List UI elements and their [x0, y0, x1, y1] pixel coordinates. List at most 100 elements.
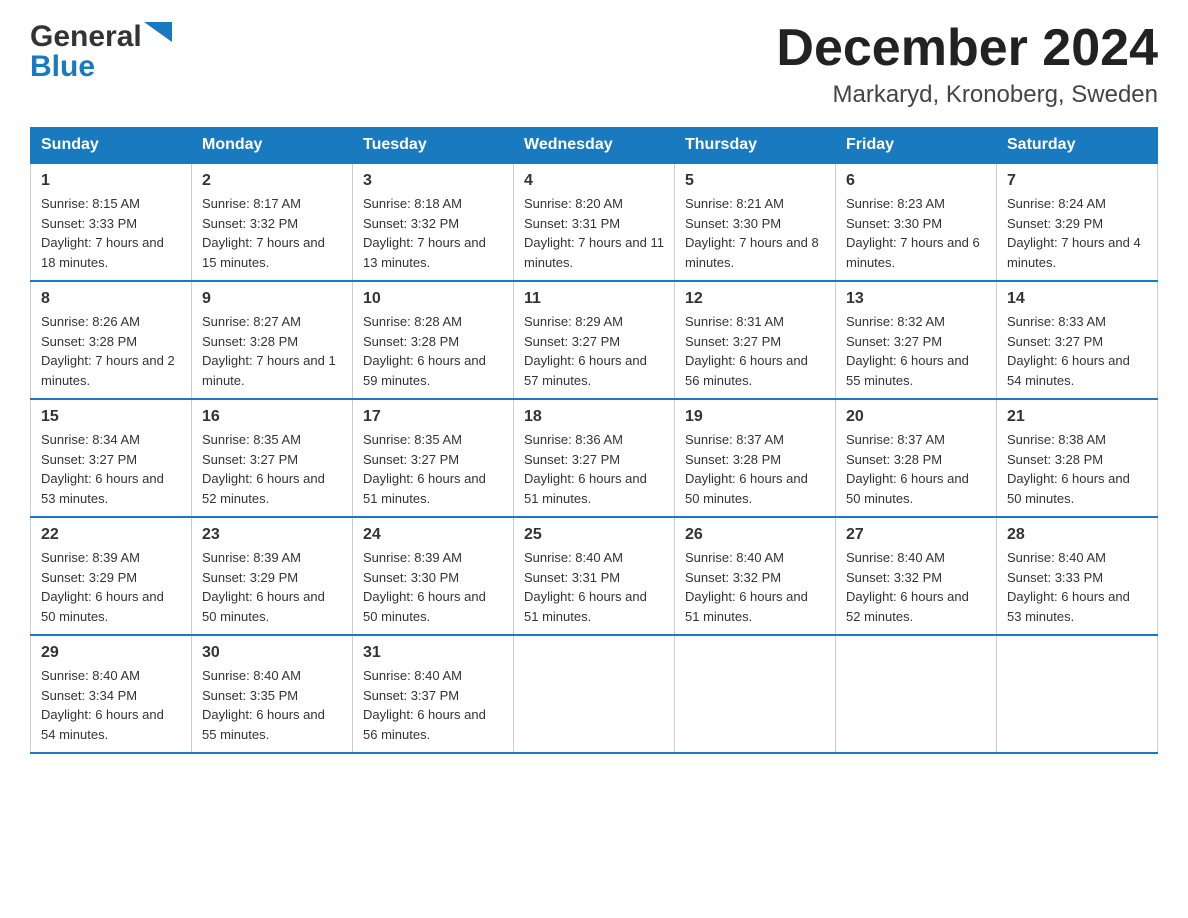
title-block: December 2024 Markaryd, Kronoberg, Swede…: [776, 20, 1158, 109]
day-number: 19: [685, 408, 825, 426]
calendar-week-row: 15 Sunrise: 8:34 AM Sunset: 3:27 PM Dayl…: [31, 399, 1158, 517]
location-subtitle: Markaryd, Kronoberg, Sweden: [776, 81, 1158, 109]
day-number: 28: [1007, 526, 1147, 544]
day-number: 3: [363, 172, 503, 190]
calendar-cell: 22 Sunrise: 8:39 AM Sunset: 3:29 PM Dayl…: [31, 517, 192, 635]
calendar-cell: 29 Sunrise: 8:40 AM Sunset: 3:34 PM Dayl…: [31, 635, 192, 753]
day-number: 1: [41, 172, 181, 190]
day-number: 22: [41, 526, 181, 544]
calendar-cell: 28 Sunrise: 8:40 AM Sunset: 3:33 PM Dayl…: [997, 517, 1158, 635]
page-header: General Blue December 2024 Markaryd, Kro…: [30, 20, 1158, 109]
day-info: Sunrise: 8:32 AM Sunset: 3:27 PM Dayligh…: [846, 312, 986, 390]
day-number: 16: [202, 408, 342, 426]
day-number: 2: [202, 172, 342, 190]
day-number: 7: [1007, 172, 1147, 190]
day-info: Sunrise: 8:38 AM Sunset: 3:28 PM Dayligh…: [1007, 430, 1147, 508]
calendar-cell: [675, 635, 836, 753]
calendar-cell: 12 Sunrise: 8:31 AM Sunset: 3:27 PM Dayl…: [675, 281, 836, 399]
day-info: Sunrise: 8:40 AM Sunset: 3:34 PM Dayligh…: [41, 666, 181, 744]
col-header-sunday: Sunday: [31, 128, 192, 164]
calendar-cell: 2 Sunrise: 8:17 AM Sunset: 3:32 PM Dayli…: [192, 163, 353, 281]
day-info: Sunrise: 8:33 AM Sunset: 3:27 PM Dayligh…: [1007, 312, 1147, 390]
day-number: 31: [363, 644, 503, 662]
calendar-week-row: 8 Sunrise: 8:26 AM Sunset: 3:28 PM Dayli…: [31, 281, 1158, 399]
calendar-cell: 21 Sunrise: 8:38 AM Sunset: 3:28 PM Dayl…: [997, 399, 1158, 517]
calendar-week-row: 22 Sunrise: 8:39 AM Sunset: 3:29 PM Dayl…: [31, 517, 1158, 635]
day-info: Sunrise: 8:26 AM Sunset: 3:28 PM Dayligh…: [41, 312, 181, 390]
day-number: 10: [363, 290, 503, 308]
calendar-week-row: 29 Sunrise: 8:40 AM Sunset: 3:34 PM Dayl…: [31, 635, 1158, 753]
day-number: 9: [202, 290, 342, 308]
calendar-cell: 27 Sunrise: 8:40 AM Sunset: 3:32 PM Dayl…: [836, 517, 997, 635]
calendar-cell: 15 Sunrise: 8:34 AM Sunset: 3:27 PM Dayl…: [31, 399, 192, 517]
logo-blue-text: Blue: [30, 50, 95, 84]
day-info: Sunrise: 8:31 AM Sunset: 3:27 PM Dayligh…: [685, 312, 825, 390]
calendar-cell: 8 Sunrise: 8:26 AM Sunset: 3:28 PM Dayli…: [31, 281, 192, 399]
day-number: 27: [846, 526, 986, 544]
day-info: Sunrise: 8:35 AM Sunset: 3:27 PM Dayligh…: [363, 430, 503, 508]
day-info: Sunrise: 8:40 AM Sunset: 3:32 PM Dayligh…: [685, 548, 825, 626]
day-info: Sunrise: 8:15 AM Sunset: 3:33 PM Dayligh…: [41, 194, 181, 272]
day-info: Sunrise: 8:34 AM Sunset: 3:27 PM Dayligh…: [41, 430, 181, 508]
calendar-cell: 14 Sunrise: 8:33 AM Sunset: 3:27 PM Dayl…: [997, 281, 1158, 399]
day-info: Sunrise: 8:35 AM Sunset: 3:27 PM Dayligh…: [202, 430, 342, 508]
col-header-thursday: Thursday: [675, 128, 836, 164]
day-number: 4: [524, 172, 664, 190]
col-header-saturday: Saturday: [997, 128, 1158, 164]
day-info: Sunrise: 8:23 AM Sunset: 3:30 PM Dayligh…: [846, 194, 986, 272]
day-info: Sunrise: 8:17 AM Sunset: 3:32 PM Dayligh…: [202, 194, 342, 272]
day-number: 15: [41, 408, 181, 426]
col-header-tuesday: Tuesday: [353, 128, 514, 164]
day-number: 5: [685, 172, 825, 190]
calendar-cell: 18 Sunrise: 8:36 AM Sunset: 3:27 PM Dayl…: [514, 399, 675, 517]
calendar-cell: [514, 635, 675, 753]
day-number: 26: [685, 526, 825, 544]
calendar-cell: 6 Sunrise: 8:23 AM Sunset: 3:30 PM Dayli…: [836, 163, 997, 281]
col-header-wednesday: Wednesday: [514, 128, 675, 164]
calendar-cell: 13 Sunrise: 8:32 AM Sunset: 3:27 PM Dayl…: [836, 281, 997, 399]
day-number: 12: [685, 290, 825, 308]
day-info: Sunrise: 8:20 AM Sunset: 3:31 PM Dayligh…: [524, 194, 664, 272]
calendar-cell: [997, 635, 1158, 753]
calendar-cell: 20 Sunrise: 8:37 AM Sunset: 3:28 PM Dayl…: [836, 399, 997, 517]
calendar-table: SundayMondayTuesdayWednesdayThursdayFrid…: [30, 127, 1158, 754]
day-info: Sunrise: 8:18 AM Sunset: 3:32 PM Dayligh…: [363, 194, 503, 272]
day-info: Sunrise: 8:39 AM Sunset: 3:30 PM Dayligh…: [363, 548, 503, 626]
logo: General Blue: [30, 20, 172, 84]
day-info: Sunrise: 8:40 AM Sunset: 3:33 PM Dayligh…: [1007, 548, 1147, 626]
day-number: 24: [363, 526, 503, 544]
day-info: Sunrise: 8:39 AM Sunset: 3:29 PM Dayligh…: [202, 548, 342, 626]
calendar-cell: 9 Sunrise: 8:27 AM Sunset: 3:28 PM Dayli…: [192, 281, 353, 399]
calendar-cell: 19 Sunrise: 8:37 AM Sunset: 3:28 PM Dayl…: [675, 399, 836, 517]
day-number: 23: [202, 526, 342, 544]
day-number: 21: [1007, 408, 1147, 426]
calendar-cell: 25 Sunrise: 8:40 AM Sunset: 3:31 PM Dayl…: [514, 517, 675, 635]
day-info: Sunrise: 8:37 AM Sunset: 3:28 PM Dayligh…: [846, 430, 986, 508]
calendar-cell: [836, 635, 997, 753]
calendar-cell: 30 Sunrise: 8:40 AM Sunset: 3:35 PM Dayl…: [192, 635, 353, 753]
calendar-cell: 17 Sunrise: 8:35 AM Sunset: 3:27 PM Dayl…: [353, 399, 514, 517]
day-number: 6: [846, 172, 986, 190]
day-info: Sunrise: 8:24 AM Sunset: 3:29 PM Dayligh…: [1007, 194, 1147, 272]
logo-general-text: General: [30, 20, 142, 54]
calendar-cell: 16 Sunrise: 8:35 AM Sunset: 3:27 PM Dayl…: [192, 399, 353, 517]
day-info: Sunrise: 8:27 AM Sunset: 3:28 PM Dayligh…: [202, 312, 342, 390]
day-info: Sunrise: 8:36 AM Sunset: 3:27 PM Dayligh…: [524, 430, 664, 508]
calendar-cell: 7 Sunrise: 8:24 AM Sunset: 3:29 PM Dayli…: [997, 163, 1158, 281]
calendar-cell: 1 Sunrise: 8:15 AM Sunset: 3:33 PM Dayli…: [31, 163, 192, 281]
day-number: 30: [202, 644, 342, 662]
day-number: 13: [846, 290, 986, 308]
col-header-friday: Friday: [836, 128, 997, 164]
day-info: Sunrise: 8:39 AM Sunset: 3:29 PM Dayligh…: [41, 548, 181, 626]
col-header-monday: Monday: [192, 128, 353, 164]
calendar-cell: 3 Sunrise: 8:18 AM Sunset: 3:32 PM Dayli…: [353, 163, 514, 281]
day-number: 17: [363, 408, 503, 426]
calendar-cell: 24 Sunrise: 8:39 AM Sunset: 3:30 PM Dayl…: [353, 517, 514, 635]
day-number: 20: [846, 408, 986, 426]
day-info: Sunrise: 8:21 AM Sunset: 3:30 PM Dayligh…: [685, 194, 825, 272]
day-info: Sunrise: 8:40 AM Sunset: 3:31 PM Dayligh…: [524, 548, 664, 626]
day-info: Sunrise: 8:29 AM Sunset: 3:27 PM Dayligh…: [524, 312, 664, 390]
day-info: Sunrise: 8:40 AM Sunset: 3:32 PM Dayligh…: [846, 548, 986, 626]
calendar-cell: 5 Sunrise: 8:21 AM Sunset: 3:30 PM Dayli…: [675, 163, 836, 281]
calendar-cell: 10 Sunrise: 8:28 AM Sunset: 3:28 PM Dayl…: [353, 281, 514, 399]
